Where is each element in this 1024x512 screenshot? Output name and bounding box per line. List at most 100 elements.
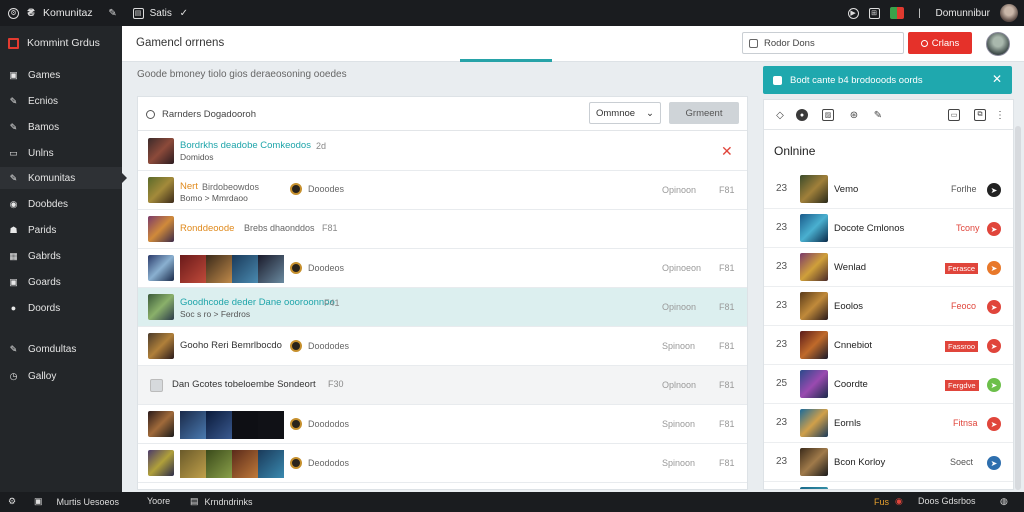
status-item[interactable]: Fus ◉ [874, 496, 903, 507]
sidebar-item-games[interactable]: ▣ Games [0, 64, 122, 86]
sort-dropdown-value: Ommnoe [596, 107, 636, 119]
list-item[interactable]: 23 Docote Cmlonos Tcony ➤ [764, 209, 1013, 248]
game-thumbnail [148, 294, 174, 320]
item-tag: Feoco [951, 301, 977, 311]
sidebar-item-doobdes[interactable]: ◉ Doobdes [0, 193, 122, 215]
tool-icon: ✎ [9, 172, 18, 183]
list-search-input[interactable]: Rarnders Dogadooroh [146, 103, 288, 125]
sidebar-item-label: Ecnios [28, 95, 59, 107]
wrench-icon: ✎ [9, 95, 18, 106]
table-row[interactable]: Deododos Spinoon F81 [138, 444, 747, 483]
bottom-item[interactable]: Yoore [147, 496, 170, 506]
window-icon[interactable]: ▭ [948, 109, 960, 121]
online-toolbar: ◇ ● ▨ ⊛ ✎ ▭ ⧉ ⋮ [764, 100, 1013, 130]
flag-icon[interactable] [889, 7, 904, 19]
table-row[interactable]: Gooho Reri Bemrlbocdo Doododes Spinoon F… [138, 327, 747, 366]
header-action-button[interactable]: Crlans [908, 32, 972, 54]
gamepad-icon[interactable]: ⊛ [848, 109, 860, 121]
share-icon[interactable]: ⧉ [974, 109, 986, 121]
close-icon[interactable]: ✕ [992, 72, 1002, 86]
arrow-icon[interactable]: ➤ [987, 261, 1001, 275]
sort-dropdown[interactable]: Ommnoe ⌄ [589, 102, 661, 124]
list-item[interactable]: 23 Eoolos Feoco ➤ [764, 287, 1013, 326]
chat-icon [773, 75, 782, 85]
clock-icon: ◷ [9, 370, 18, 381]
row-title: Gooho Reri Bemrlbocdo [180, 340, 282, 351]
sidebar-item-komunitas[interactable]: ✎ Komunitas [0, 167, 127, 189]
list-item[interactable]: 23 Bcon Korloy Soect ➤ [764, 443, 1013, 482]
table-row[interactable]: Goodhcode deder Dane oooroonnoo F41 Soc … [138, 288, 747, 327]
search-placeholder: Rodor Dons [764, 37, 815, 49]
list-item[interactable] [764, 482, 1013, 489]
user-avatar[interactable] [1000, 4, 1018, 22]
item-name: Vemo [834, 184, 859, 195]
nav-label[interactable]: Satis [150, 8, 172, 19]
more-icon[interactable]: ⋮ [994, 109, 1006, 121]
table-row[interactable]: Bordrkhs deadobe Comkeodos 2d Domidos ✕ [138, 132, 747, 171]
sidebar-item-doords[interactable]: ● Doords [0, 297, 122, 319]
table-row[interactable]: Doododos Spinoon F81 [138, 405, 747, 444]
header-search-input[interactable]: Rodor Dons [742, 32, 904, 54]
list-item[interactable]: 23 Vemo Forlhe ➤ [764, 170, 1013, 209]
row-col2: F81 [719, 185, 735, 195]
sidebar-item-gabrds[interactable]: ▦ Gabrds [0, 245, 122, 267]
arrow-icon[interactable]: ➤ [987, 222, 1001, 236]
sidebar-item-ecnios[interactable]: ✎ Ecnios [0, 90, 122, 112]
bottom-item[interactable]: ▣ Murtis Uesoeos [34, 496, 119, 507]
table-row[interactable]: Ronddeoode Brebs dhaonddos F81 [138, 210, 747, 249]
table-row[interactable]: Doodeos Opinoeon F81 [138, 249, 747, 288]
list-item[interactable]: 23 Eornls Fitnsa ➤ [764, 404, 1013, 443]
row-title: Bordrkhs deadobe Comkeodos [180, 140, 311, 151]
rank-number: 23 [776, 339, 788, 350]
row-mid: Birdobeowdos [202, 182, 260, 192]
sidebar-item-unlns[interactable]: ▭ Unlns [0, 142, 122, 164]
disc-icon: ◉ [9, 198, 18, 209]
play-icon[interactable]: ▶ [847, 7, 859, 19]
globe-icon[interactable]: ◍ [1000, 496, 1008, 507]
list-item[interactable]: 25 Coordte Fergdve ➤ [764, 365, 1013, 404]
item-tag: Forlhe [951, 184, 977, 194]
sidebar-item-bamos[interactable]: ✎ Bamos [0, 116, 122, 138]
game-thumbnail [148, 411, 174, 437]
diamond-icon[interactable]: ◇ [774, 109, 786, 121]
pen-icon[interactable]: ✎ [872, 109, 884, 121]
pin-icon: ✎ [9, 343, 18, 354]
page-title: Gamencl orrnens [136, 37, 225, 49]
filter-button[interactable]: Grmeent [669, 102, 739, 124]
image-icon[interactable]: ▨ [822, 109, 834, 121]
check-icon[interactable]: ✓ [178, 7, 190, 19]
user-name[interactable]: Domunnibur [936, 8, 990, 19]
bottom-settings-icon[interactable]: ⚙ [8, 496, 16, 507]
close-icon[interactable]: ✕ [721, 143, 733, 160]
settings-icon[interactable]: ⚙ [8, 7, 19, 19]
arrow-icon[interactable]: ➤ [987, 339, 1001, 353]
scrollbar[interactable] [1015, 126, 1021, 490]
game-thumbnail [800, 487, 828, 489]
table-row[interactable]: Dan Gcotes tobeloembe Sondeort F30 Oplno… [138, 366, 747, 405]
list-item[interactable]: 23 Wenlad Ferasce ➤ [764, 248, 1013, 287]
status-item[interactable]: Doos Gdsrbos [918, 496, 976, 506]
arrow-icon[interactable]: ➤ [987, 417, 1001, 431]
table-row[interactable]: Nert Birdobeowdos Bomo > Mmrdaoo Dooodes… [138, 171, 747, 210]
arrow-icon[interactable]: ➤ [987, 300, 1001, 314]
item-tag: Tcony [956, 223, 980, 233]
rank-number: 23 [776, 456, 788, 467]
avatar-icon[interactable]: ● [796, 109, 808, 121]
row-col1: Oplnoon [662, 380, 697, 390]
row-col1: Spinoon [662, 458, 696, 468]
gift-icon[interactable]: ⊞ [868, 7, 880, 19]
sidebar-item-galloy[interactable]: ◷ Galloy [0, 365, 122, 387]
profile-avatar[interactable] [986, 32, 1010, 56]
arrow-icon[interactable]: ➤ [987, 456, 1001, 470]
sidebar-item-parids[interactable]: ☗ Parids [0, 219, 122, 241]
list-item[interactable]: 23 Cnnebiot Fassroo ➤ [764, 326, 1013, 365]
arrow-icon[interactable]: ➤ [987, 378, 1001, 392]
edit-icon[interactable]: ✎ [107, 7, 119, 19]
bottom-item[interactable]: ▤ Krndndrinks [190, 496, 253, 507]
sidebar-item-goards[interactable]: ▣ Goards [0, 271, 122, 293]
doc-icon[interactable]: ▤ [132, 7, 144, 19]
notification-banner: Bodt cante b4 brodooods oords ✕ [763, 66, 1012, 94]
sidebar-item-gomdultas[interactable]: ✎ Gomdultas [0, 338, 122, 360]
row-title: Ronddeoode [180, 223, 235, 234]
arrow-icon[interactable]: ➤ [987, 183, 1001, 197]
